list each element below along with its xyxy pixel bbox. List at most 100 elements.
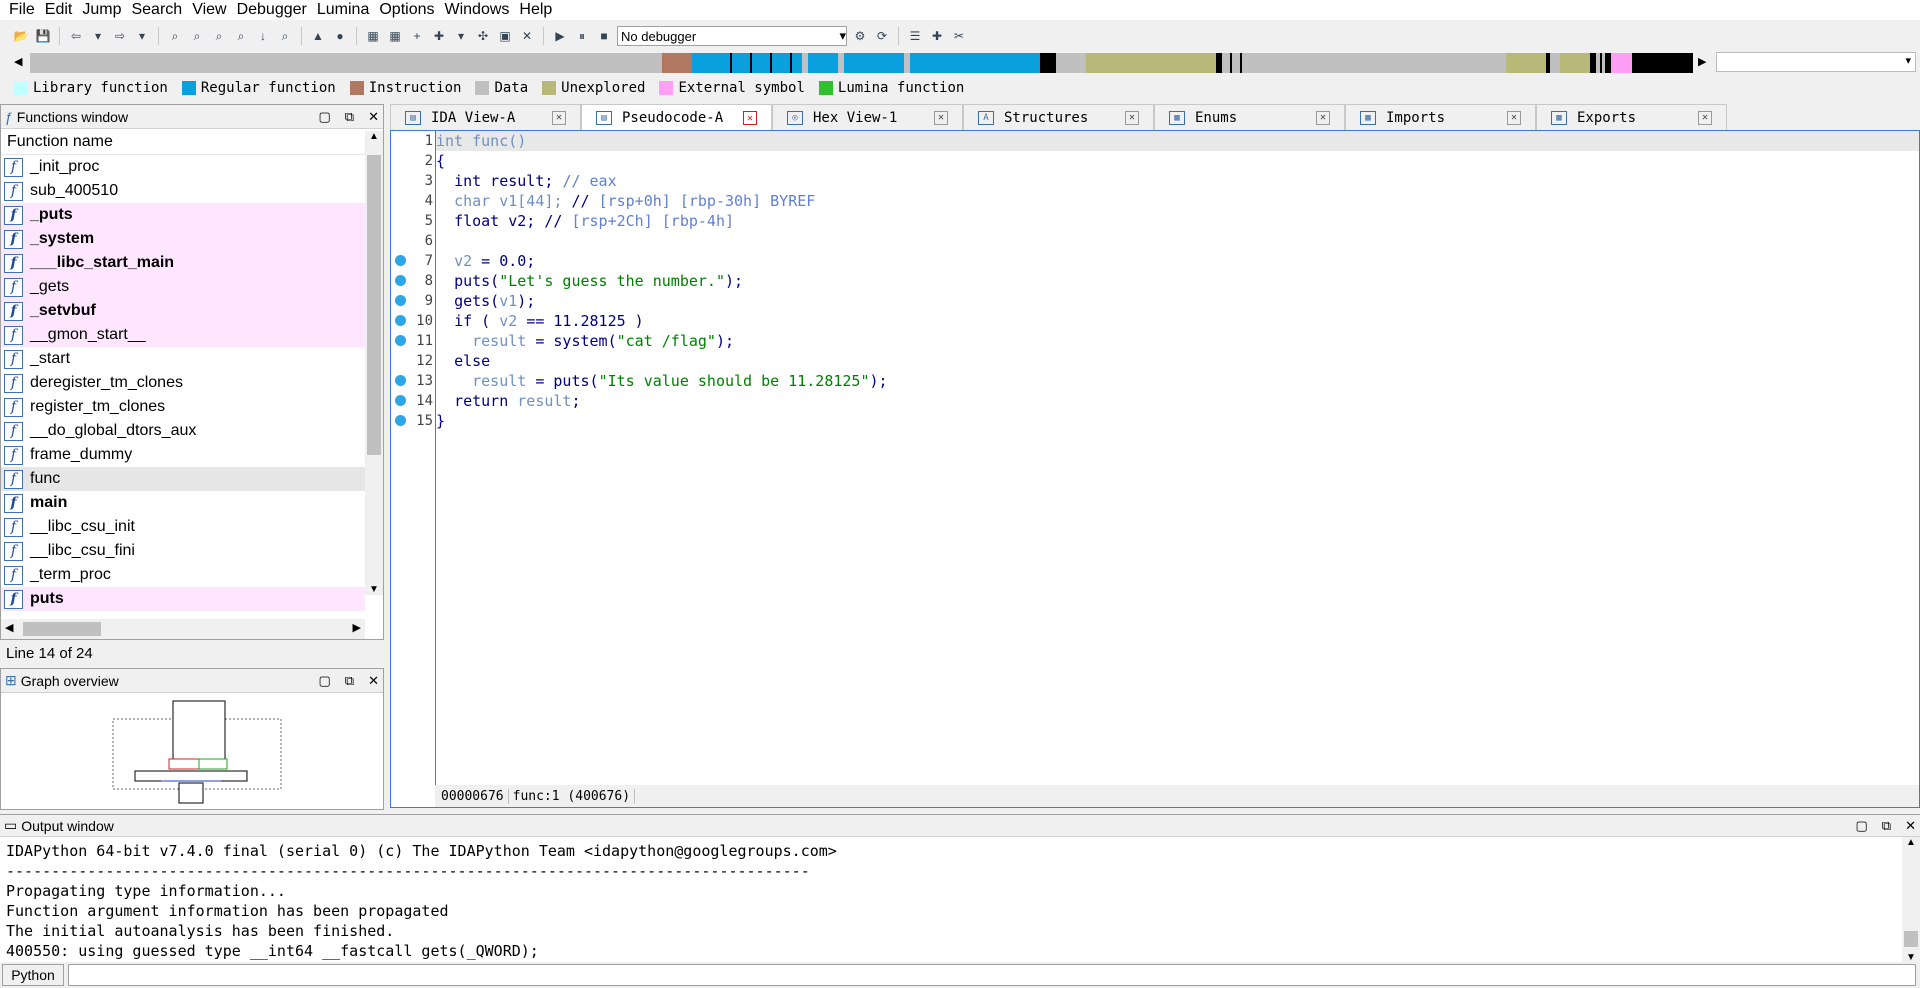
code-line[interactable]: gets(v1); <box>436 291 1919 311</box>
code-line[interactable]: char v1[44]; // [rsp+0h] [rbp-30h] BYREF <box>436 191 1919 211</box>
close-icon[interactable]: ✕ <box>1905 818 1916 834</box>
breakpoint-dot-icon[interactable] <box>395 335 406 346</box>
search-next-icon[interactable]: ⌕ <box>232 27 250 45</box>
breakpoint-dot-icon[interactable] <box>395 255 406 266</box>
close-icon[interactable]: ✕ <box>743 111 757 125</box>
close-icon[interactable]: ✕ <box>368 673 379 689</box>
scrollbar-thumb[interactable] <box>367 155 381 455</box>
close-icon[interactable]: ✕ <box>1316 110 1330 125</box>
menu-lumina[interactable]: Lumina <box>312 0 374 20</box>
forward-dropdown-icon[interactable]: ▾ <box>133 27 151 45</box>
restore-window-icon[interactable]: ⧉ <box>1882 818 1891 834</box>
float-window-icon[interactable]: ▢ <box>319 109 331 125</box>
menu-help[interactable]: Help <box>514 0 557 20</box>
code-line[interactable]: { <box>436 151 1919 171</box>
breakpoint-dot-icon[interactable] <box>395 275 406 286</box>
menu-search[interactable]: Search <box>126 0 187 20</box>
restore-window-icon[interactable]: ⧉ <box>345 109 354 125</box>
close-icon[interactable]: ✕ <box>1125 110 1139 125</box>
function-row[interactable]: f __gmon_start__ <box>1 323 365 347</box>
search-unexplored-icon[interactable]: ⌕ <box>276 27 294 45</box>
python-button[interactable]: Python <box>2 964 64 986</box>
function-row[interactable]: f _start <box>1 347 365 371</box>
function-row[interactable]: f sub_400510 <box>1 179 365 203</box>
menu-options[interactable]: Options <box>374 0 439 20</box>
code-line[interactable]: float v2; // [rsp+2Ch] [rbp-4h] <box>436 211 1919 231</box>
debugger-select[interactable]: No debugger ▾ <box>617 26 847 46</box>
back-dropdown-icon[interactable]: ▾ <box>89 27 107 45</box>
scroll-up-icon[interactable]: ▲ <box>1902 837 1920 848</box>
float-window-icon[interactable]: ▢ <box>319 673 331 689</box>
function-row[interactable]: f deregister_tm_clones <box>1 371 365 395</box>
code-line[interactable]: v2 = 0.0; <box>436 251 1919 271</box>
tools-icon[interactable]: ✂ <box>950 27 968 45</box>
search-text-icon[interactable]: ⌕ <box>166 27 184 45</box>
tab-ida-view-a[interactable]: ▤ IDA View-A ✕ <box>390 104 581 130</box>
horizontal-scrollbar[interactable]: ◀ ▶ <box>1 619 365 639</box>
function-row[interactable]: f _puts <box>1 203 365 227</box>
nav-right-arrow-icon[interactable]: ▶ <box>1698 55 1706 68</box>
code-line[interactable]: puts("Let's guess the number."); <box>436 271 1919 291</box>
scroll-right-icon[interactable]: ▶ <box>353 621 361 634</box>
function-row[interactable]: f puts <box>1 587 365 611</box>
run-analysis-icon[interactable]: ● <box>331 27 349 45</box>
tab-hex-view-1[interactable]: ◎ Hex View-1 ✕ <box>772 104 963 130</box>
scrollbar-thumb[interactable] <box>23 622 101 636</box>
pseudocode-view[interactable]: 1 2 3 4 5 6 7 8 9 10 11 12 13 14 15 int func(){ int re… <box>390 130 1920 808</box>
code-line[interactable]: else <box>436 351 1919 371</box>
code-line[interactable]: } <box>436 411 1919 431</box>
scroll-down-icon[interactable]: ▼ <box>365 584 383 595</box>
function-name-column-header[interactable]: Function name <box>1 129 383 155</box>
tab-structures[interactable]: A Structures ✕ <box>963 104 1154 130</box>
line-gutter[interactable]: 1 2 3 4 5 6 7 8 9 10 11 12 13 14 15 <box>391 131 435 786</box>
graph-mode-icon[interactable]: ▲ <box>309 27 327 45</box>
breakpoint-dot-icon[interactable] <box>395 315 406 326</box>
function-row[interactable]: f _setvbuf <box>1 299 365 323</box>
debugger-options-icon[interactable]: ⚙ <box>851 27 869 45</box>
function-row[interactable]: f main <box>1 491 365 515</box>
breakpoint-dot-icon[interactable] <box>395 415 406 426</box>
menu-debugger[interactable]: Debugger <box>232 0 312 20</box>
edit-function-icon[interactable]: ▦ <box>386 27 404 45</box>
function-row[interactable]: f __libc_csu_init <box>1 515 365 539</box>
tab-exports[interactable]: ▦ Exports ✕ <box>1536 104 1727 130</box>
graph-overview-canvas[interactable] <box>1 693 383 809</box>
scrollbar-thumb[interactable] <box>1904 931 1918 947</box>
function-row[interactable]: f _system <box>1 227 365 251</box>
python-command-input[interactable] <box>68 964 1916 986</box>
navigation-combo[interactable]: ▾ <box>1716 52 1916 72</box>
search-binary-icon[interactable]: ⌕ <box>188 27 206 45</box>
close-icon[interactable]: ✕ <box>934 110 948 125</box>
code-line[interactable]: result = puts("Its value should be 11.28… <box>436 371 1919 391</box>
close-icon[interactable]: ✕ <box>368 109 379 125</box>
save-icon[interactable]: 💾 <box>34 27 52 45</box>
search-immediate-icon[interactable]: ⌕ <box>210 27 228 45</box>
breakpoint-dot-icon[interactable] <box>395 295 406 306</box>
code-line[interactable] <box>436 231 1919 251</box>
add-struct-icon[interactable]: + <box>408 27 426 45</box>
tab-imports[interactable]: ▦ Imports ✕ <box>1345 104 1536 130</box>
function-row[interactable]: f func <box>1 467 365 491</box>
code-line[interactable]: if ( v2 == 11.28125 ) <box>436 311 1919 331</box>
restore-window-icon[interactable]: ⧉ <box>345 673 354 689</box>
back-icon[interactable]: ⇦ <box>67 27 85 45</box>
pause-icon[interactable]: ⏸ <box>573 27 591 45</box>
cross-ref-icon[interactable]: ✣ <box>474 27 492 45</box>
tab-enums[interactable]: ▦ Enums ✕ <box>1154 104 1345 130</box>
menu-windows[interactable]: Windows <box>439 0 514 20</box>
menu-view[interactable]: View <box>187 0 231 20</box>
function-row[interactable]: f __libc_csu_fini <box>1 539 365 563</box>
vertical-scrollbar[interactable]: ▲ ▼ <box>365 131 383 595</box>
close-icon[interactable]: ✕ <box>552 110 566 125</box>
menu-edit[interactable]: Edit <box>40 0 78 20</box>
refresh-icon[interactable]: ⟳ <box>873 27 891 45</box>
breakpoint-list-icon[interactable]: ☰ <box>906 27 924 45</box>
add-dropdown-icon[interactable]: ▾ <box>452 27 470 45</box>
code-line[interactable]: result = system("cat /flag"); <box>436 331 1919 351</box>
output-scrollbar[interactable]: ▲ ▼ <box>1902 837 1920 963</box>
tab-pseudocode-a[interactable]: ▤ Pseudocode-A ✕ <box>581 104 772 131</box>
function-row[interactable]: f frame_dummy <box>1 443 365 467</box>
add-breakpoint-icon[interactable]: ✚ <box>928 27 946 45</box>
breakpoint-dot-icon[interactable] <box>395 375 406 386</box>
function-row[interactable]: f ___libc_start_main <box>1 251 365 275</box>
